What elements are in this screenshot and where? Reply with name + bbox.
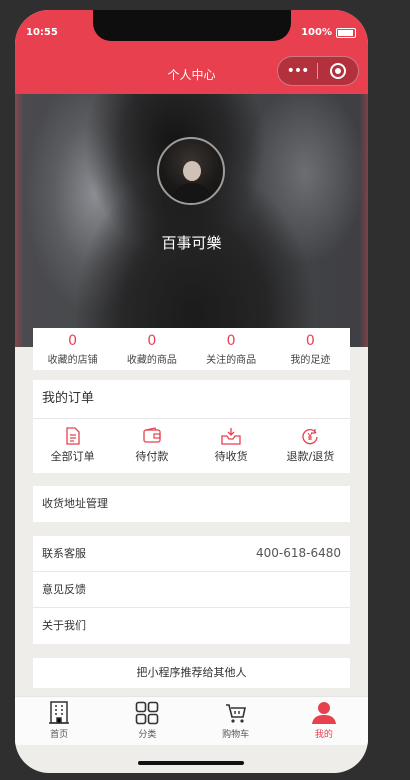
tab-label: 分类 [138,730,157,740]
tab-label: 首页 [50,730,69,740]
battery-icon [336,27,356,38]
tab-label: 购物车 [222,730,250,740]
stat-value: 0 [147,333,157,349]
home-indicator [138,761,244,765]
phone-frame: 10:55 100% 个人中心 ••• 百事可樂 0 收藏的店铺 0 收藏的商品 [15,10,368,773]
inbox-icon [192,427,271,445]
stats-bar: 0 收藏的店铺 0 收藏的商品 0 关注的商品 0 我的足迹 [33,328,350,370]
tab-label: 我的 [314,730,333,740]
pending-receipt-button[interactable]: 待收货 [192,419,271,473]
refund-icon [271,427,350,445]
tab-mine[interactable]: 我的 [280,697,368,745]
tab-bar: 首页 分类 购物车 我的 [15,696,368,745]
tab-category[interactable]: 分类 [103,697,191,745]
orders-title[interactable]: 我的订单 [33,380,350,419]
address-card: 收货地址管理 [33,486,350,522]
building-icon [15,701,103,725]
tab-cart[interactable]: 购物车 [192,697,280,745]
contact-phone: 400-618-6480 [255,546,341,560]
pending-payment-button[interactable]: 待付款 [112,419,191,473]
target-icon [330,63,346,79]
stat-shops[interactable]: 0 收藏的店铺 [33,328,112,370]
navigation-bar: 个人中心 ••• [15,54,368,94]
order-label: 退款/退货 [286,450,335,463]
about-label: 关于我们 [42,619,86,632]
username: 百事可樂 [161,234,222,252]
avatar[interactable] [157,137,225,205]
stat-label: 收藏的商品 [126,355,177,366]
document-icon [33,427,112,445]
about-us-item[interactable]: 关于我们 [33,608,350,643]
user-icon [280,701,368,725]
stat-label: 收藏的店铺 [47,355,98,366]
stat-value: 0 [68,333,78,349]
service-card: 联系客服 400-618-6480 意见反馈 关于我们 [33,536,350,644]
all-orders-button[interactable]: 全部订单 [33,419,112,473]
contact-service-item[interactable]: 联系客服 400-618-6480 [33,536,350,572]
stat-footprints[interactable]: 0 我的足迹 [271,328,350,370]
wallet-icon [112,427,191,445]
refund-button[interactable]: 退款/退货 [271,419,350,473]
stat-label: 关注的商品 [206,355,257,366]
profile-banner: 百事可樂 [15,94,368,347]
stat-label: 我的足迹 [290,355,331,366]
stat-followed[interactable]: 0 关注的商品 [192,328,271,370]
share-button[interactable]: 把小程序推荐给其他人 [33,658,350,688]
grid-icon [103,701,191,725]
battery-status: 100% [301,27,356,38]
stat-value: 0 [305,333,315,349]
banner-background [15,94,368,347]
notch [93,10,291,41]
address-management-item[interactable]: 收货地址管理 [33,486,350,521]
close-miniprogram-button[interactable] [318,63,358,79]
stat-products[interactable]: 0 收藏的商品 [112,328,191,370]
battery-percent: 100% [301,27,332,38]
cart-icon [192,701,280,725]
status-time: 10:55 [26,27,58,38]
address-label: 收货地址管理 [42,497,108,510]
order-label: 待付款 [135,450,169,463]
orders-card: 我的订单 全部订单 待付款 待收货 退款/退货 [33,380,350,473]
contact-label: 联系客服 [42,547,86,560]
order-shortcuts: 全部订单 待付款 待收货 退款/退货 [33,419,350,473]
feedback-item[interactable]: 意见反馈 [33,572,350,608]
more-icon[interactable]: ••• [278,63,317,79]
tab-home[interactable]: 首页 [15,697,103,745]
stat-value: 0 [226,333,236,349]
order-label: 待收货 [214,450,248,463]
miniprogram-capsule: ••• [277,56,359,86]
order-label: 全部订单 [50,450,95,463]
feedback-label: 意见反馈 [42,583,86,596]
